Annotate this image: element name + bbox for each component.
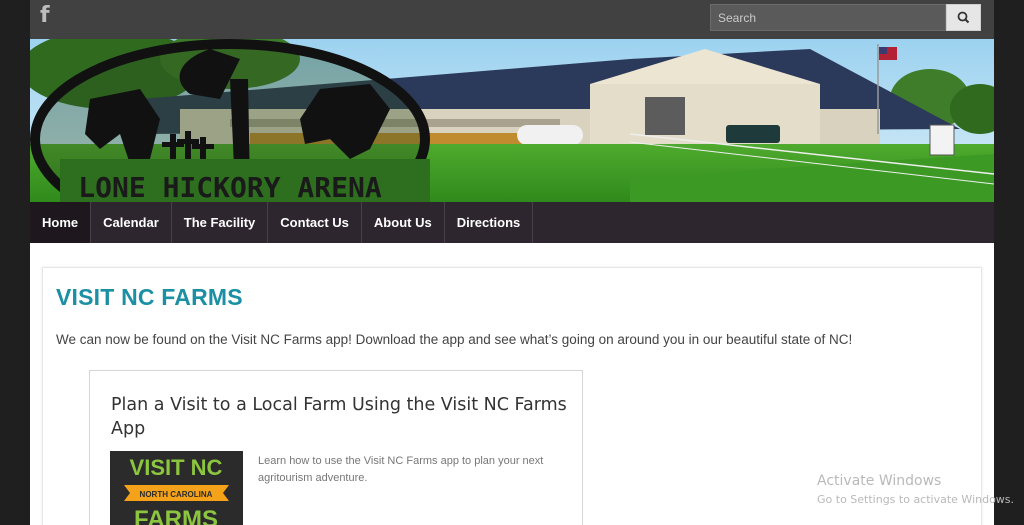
arena-banner-photo: LONE HICKORY ARENA (30, 39, 994, 202)
card-title[interactable]: Plan a Visit to a Local Farm Using the V… (111, 393, 571, 441)
nav-item-contact-us[interactable]: Contact Us (268, 202, 362, 243)
visit-nc-farms-logo: VISIT NC NORTH CAROLINA FARMS (110, 451, 243, 525)
logo-text-bottom: FARMS (134, 506, 218, 525)
page-title: VISIT NC FARMS (56, 284, 243, 310)
search-icon (957, 11, 970, 24)
top-bar: f (30, 0, 994, 39)
logo-ribbon-text: NORTH CAROLINA (140, 490, 213, 499)
featured-card[interactable]: Plan a Visit to a Local Farm Using the V… (89, 370, 583, 525)
page-wrapper: f Search LONE HICKORY ARENA Home Calenda… (30, 0, 994, 525)
card-description: Learn how to use the Visit NC Farms app … (258, 455, 544, 484)
search-button[interactable] (946, 4, 981, 31)
card-image[interactable]: VISIT NC NORTH CAROLINA FARMS (110, 451, 243, 525)
nav-item-about-us[interactable]: About Us (362, 202, 445, 243)
facebook-icon[interactable]: f (40, 4, 58, 28)
watermark-title: Activate Windows (817, 473, 942, 489)
nav-item-the-facility[interactable]: The Facility (172, 202, 269, 243)
search-input[interactable] (710, 4, 946, 31)
logo-text-top: VISIT NC (130, 455, 223, 480)
activate-windows-watermark: Activate Windows Go to Settings to activ… (817, 472, 1014, 509)
watermark-subtitle: Go to Settings to activate Windows. (817, 493, 1015, 506)
nav-item-directions[interactable]: Directions (445, 202, 534, 243)
intro-text: We can now be found on the Visit NC Farm… (56, 332, 853, 347)
banner-logo-text: LONE HICKORY ARENA (78, 171, 382, 202)
main-nav: Home Calendar The Facility Contact Us About … (30, 202, 994, 243)
header-banner[interactable]: LONE HICKORY ARENA (30, 39, 994, 202)
nav-item-calendar[interactable]: Calendar (91, 202, 172, 243)
nav-item-home[interactable]: Home (30, 202, 92, 243)
